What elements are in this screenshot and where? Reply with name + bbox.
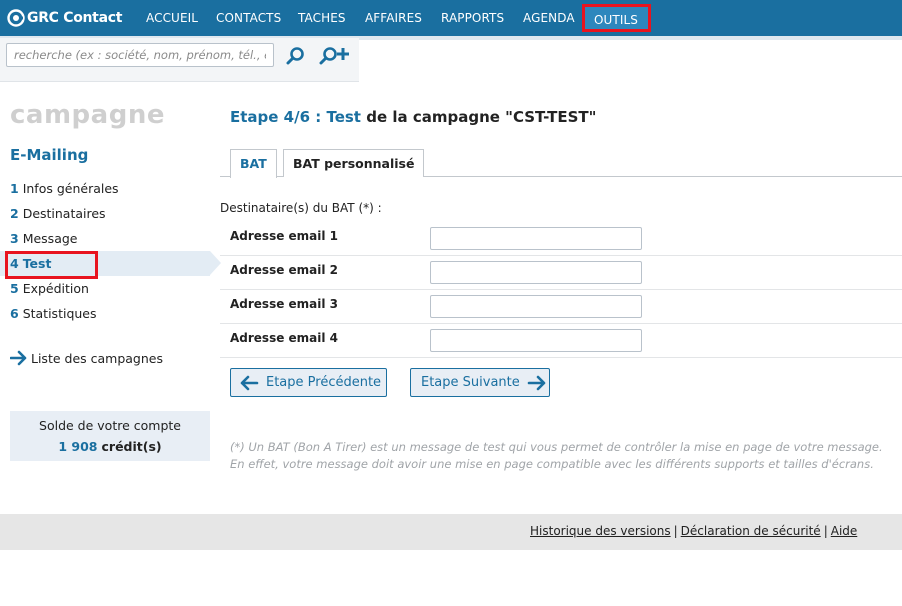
step-test[interactable]: 4 Test — [0, 251, 221, 276]
step-number: 4 — [10, 256, 19, 271]
balance-value: 1 908 crédit(s) — [10, 439, 210, 454]
step-label: Test — [22, 256, 52, 271]
email-field-label: Adresse email 2 — [230, 263, 339, 277]
step-expedition[interactable]: 5 Expédition — [0, 276, 210, 301]
email-row: Adresse email 4 — [220, 324, 902, 358]
campaign-list-link[interactable]: Liste des campagnes — [10, 350, 163, 366]
step-number: 6 — [10, 306, 19, 321]
email-field-1[interactable] — [430, 227, 642, 250]
nav-item-accueil[interactable]: ACCUEIL — [146, 11, 198, 25]
tab-bat[interactable]: BAT — [230, 149, 277, 178]
account-balance-panel: Solde de votre compte 1 908 crédit(s) — [10, 411, 210, 461]
previous-step-label: Etape Précédente — [266, 375, 382, 390]
bat-footnote-line-2: En effet, votre message doit avoir une m… — [230, 457, 874, 471]
footer-link-aide[interactable]: Aide — [831, 524, 858, 538]
sidebar-title: campagne — [10, 100, 165, 130]
search-icon[interactable] — [285, 45, 307, 67]
email-row: Adresse email 2 — [220, 256, 902, 290]
step-label: Destinataires — [22, 206, 106, 221]
step-number: 1 — [10, 181, 19, 196]
arrow-left-icon — [240, 375, 259, 390]
step-message[interactable]: 3 Message — [0, 226, 210, 251]
nav-item-outils[interactable]: OUTILS — [582, 4, 652, 32]
next-step-button[interactable]: Etape Suivante — [410, 368, 550, 397]
sidebar-subtitle: E-Mailing — [10, 146, 89, 164]
nav-item-rapports[interactable]: RAPPORTS — [441, 11, 504, 25]
step-number: 3 — [10, 231, 19, 246]
email-field-3[interactable] — [430, 295, 642, 318]
brand-name: GRC Contact — [27, 10, 123, 26]
balance-label: Solde de votre compte — [39, 418, 181, 433]
balance-unit: crédit(s) — [101, 439, 162, 454]
email-field-label: Adresse email 4 — [230, 331, 339, 345]
arrow-right-icon — [527, 375, 546, 390]
step-infos-generales[interactable]: 1 Infos générales — [0, 176, 210, 201]
footer-links: Historique des versions | Déclaration de s… — [530, 524, 857, 538]
top-nav-bar: GRC Contact ACCUEIL CONTACTS TACHES AFFA… — [0, 0, 902, 36]
campaign-list-label: Liste des campagnes — [31, 350, 163, 366]
step-number: 2 — [10, 206, 19, 221]
next-step-label: Etape Suivante — [421, 375, 520, 390]
nav-item-affaires[interactable]: AFFAIRES — [365, 11, 422, 25]
search-bar — [0, 38, 359, 82]
step-destinataires[interactable]: 2 Destinataires — [0, 201, 210, 226]
brand-logo[interactable]: GRC Contact — [7, 8, 122, 28]
step-label: Expédition — [22, 281, 89, 296]
email-field-2[interactable] — [430, 261, 642, 284]
steps-list: 1 Infos générales 2 Destinataires 3 Mess… — [0, 176, 221, 326]
search-input[interactable] — [6, 43, 274, 67]
logo-icon — [7, 9, 25, 27]
tab-bat-personnalise[interactable]: BAT personnalisé — [283, 149, 425, 177]
add-contact-icon[interactable] — [319, 45, 351, 67]
bat-footnote: (*) Un BAT (Bon A Tirer) est un message … — [230, 439, 883, 473]
email-field-label: Adresse email 1 — [230, 229, 339, 243]
bat-footnote-line-1: (*) Un BAT (Bon A Tirer) est un message … — [230, 440, 883, 454]
footer-separator: | — [823, 524, 828, 538]
step-label: Infos générales — [22, 181, 119, 196]
page-title-step: Etape 4/6 : Test — [230, 108, 361, 126]
email-fields: Adresse email 1 Adresse email 2 Adresse … — [220, 222, 902, 358]
page-title: Etape 4/6 : Test de la campagne "CST-TES… — [230, 108, 596, 126]
nav-item-agenda[interactable]: AGENDA — [523, 11, 575, 25]
footer-link-versions[interactable]: Historique des versions — [530, 524, 671, 538]
step-label: Statistiques — [22, 306, 97, 321]
page-title-campaign: de la campagne "CST-TEST" — [360, 108, 597, 126]
nav-item-taches[interactable]: TACHES — [298, 11, 346, 25]
footer-separator: | — [673, 524, 678, 538]
balance-count: 1 908 — [58, 439, 98, 454]
footer-link-securite[interactable]: Déclaration de sécurité — [681, 524, 821, 538]
email-row: Adresse email 1 — [220, 222, 902, 256]
recipients-label: Destinataire(s) du BAT (*) : — [220, 201, 382, 215]
nav-item-contacts[interactable]: CONTACTS — [216, 11, 281, 25]
arrow-right-icon — [10, 350, 27, 366]
step-label: Message — [22, 231, 78, 246]
email-row: Adresse email 3 — [220, 290, 902, 324]
step-statistiques[interactable]: 6 Statistiques — [0, 301, 210, 326]
previous-step-button[interactable]: Etape Précédente — [230, 368, 387, 397]
step-number: 5 — [10, 281, 19, 296]
email-field-label: Adresse email 3 — [230, 297, 339, 311]
footer: Historique des versions | Déclaration de s… — [0, 514, 902, 550]
email-field-4[interactable] — [430, 329, 642, 352]
